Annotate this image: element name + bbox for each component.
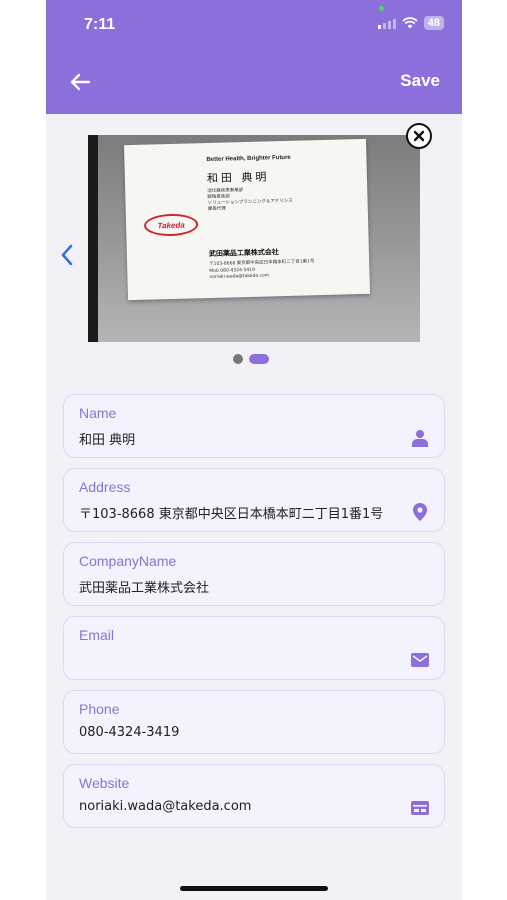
web-icon xyxy=(410,798,430,818)
save-button[interactable]: Save xyxy=(400,71,440,91)
privacy-indicator-dot xyxy=(379,6,384,11)
remove-image-button[interactable] xyxy=(406,123,432,149)
card-image-carousel[interactable]: Better Health, Brighter Future 和田 典明 消化器… xyxy=(46,114,462,374)
field-label: Name xyxy=(79,405,117,421)
field-label: Phone xyxy=(79,701,120,717)
mail-icon xyxy=(410,650,430,670)
company-name-input[interactable]: 武田薬品工業株式会社 xyxy=(79,577,209,596)
battery-level: 48 xyxy=(423,16,444,30)
card-department: 消化器疾患事業部 戦略推進部 ソリューションプランニング＆アナリシス 課長代理 xyxy=(207,188,293,213)
field-label: Address xyxy=(79,479,131,495)
signal-icon xyxy=(377,19,396,29)
previous-image-button[interactable] xyxy=(58,242,76,268)
email-field[interactable]: Email xyxy=(63,616,445,680)
arrow-left-icon xyxy=(70,73,91,91)
website-input[interactable]: noriaki.wada@takeda.com xyxy=(79,799,251,814)
status-time: 7:11 xyxy=(84,16,116,33)
business-card: Better Health, Brighter Future 和田 典明 消化器… xyxy=(124,138,370,301)
field-label: Website xyxy=(79,775,130,791)
back-button[interactable] xyxy=(66,68,94,96)
phone-field[interactable]: Phone 080-4324-3419 xyxy=(63,690,445,754)
location-pin-icon xyxy=(410,502,430,522)
card-tagline: Better Health, Brighter Future xyxy=(206,154,291,164)
contact-form: Name 和田 典明 Address 〒103-8668 東京都中央区日本橋本町… xyxy=(63,394,445,838)
app-screen: 7:11 48 Save Better Health, Brighter Fut… xyxy=(46,0,462,900)
page-dot[interactable] xyxy=(233,354,243,364)
name-input[interactable]: 和田 典明 xyxy=(79,429,135,448)
card-address: 〒103-8668 東京都中央区日本橋本町二丁目1番1号 Mob 080-432… xyxy=(209,259,315,281)
company-name-field[interactable]: CompanyName 武田薬品工業株式会社 xyxy=(63,542,445,606)
address-input[interactable]: 〒103-8668 東京都中央区日本橋本町二丁目1番1号 xyxy=(79,503,383,522)
person-icon xyxy=(410,428,430,448)
page-dot-active[interactable] xyxy=(249,354,269,364)
app-header: 7:11 48 Save xyxy=(46,0,462,114)
status-icons: 48 xyxy=(377,16,444,30)
chevron-left-icon xyxy=(61,244,73,266)
website-field[interactable]: Website noriaki.wada@takeda.com xyxy=(63,764,445,828)
home-indicator xyxy=(180,886,328,891)
phone-input[interactable]: 080-4324-3419 xyxy=(79,725,179,740)
wifi-icon xyxy=(402,17,418,29)
name-field[interactable]: Name 和田 典明 xyxy=(63,394,445,458)
field-label: CompanyName xyxy=(79,553,177,569)
address-field[interactable]: Address 〒103-8668 東京都中央区日本橋本町二丁目1番1号 xyxy=(63,468,445,532)
takeda-logo: Takeda xyxy=(143,213,199,237)
carousel-page-indicator[interactable] xyxy=(233,354,269,364)
business-card-photo: Better Health, Brighter Future 和田 典明 消化器… xyxy=(88,135,420,342)
photo-shadow-edge xyxy=(88,135,98,342)
field-label: Email xyxy=(79,627,115,643)
close-icon xyxy=(413,130,425,142)
card-company: 武田薬品工業株式会社 xyxy=(208,248,279,259)
card-name: 和田 典明 xyxy=(206,170,270,186)
